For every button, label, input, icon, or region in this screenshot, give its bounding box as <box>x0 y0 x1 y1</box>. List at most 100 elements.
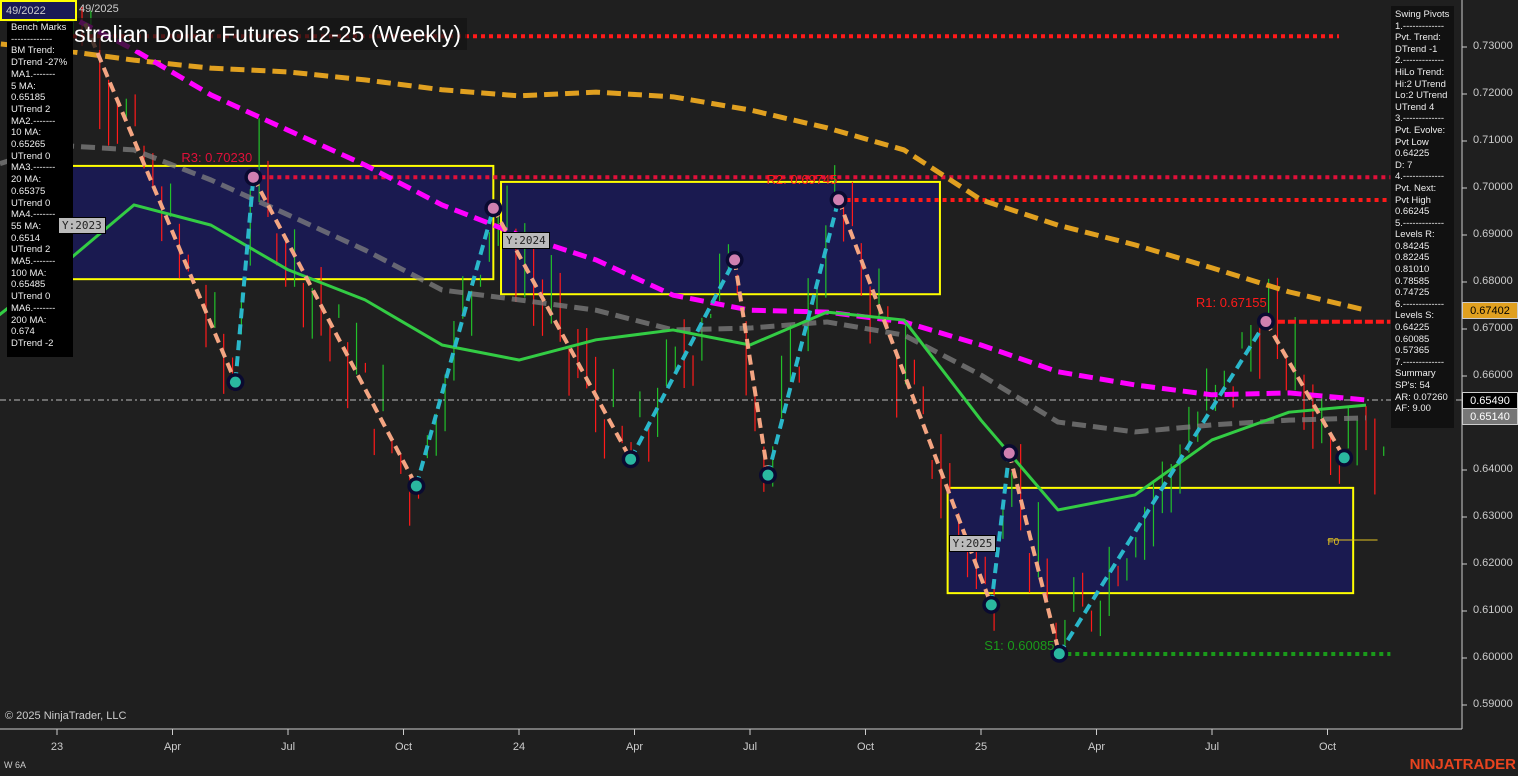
panel-line: 0.64225 <box>1395 148 1430 160</box>
panel-line: 0.78585 <box>1395 275 1430 287</box>
panel-line: 2.------------- <box>1395 55 1445 67</box>
panel-line: Levels R: <box>1395 229 1435 241</box>
panel-line: MA6.------- <box>11 302 56 314</box>
y-tick-label: 0.59000 <box>1473 698 1513 710</box>
pivot-dot-low <box>625 453 637 465</box>
chart-title: Australian Dollar Futures 12-25 (Weekly) <box>40 18 468 50</box>
bench-marks-panel: Bench Marks ------------- BM Trend: DTrend … <box>7 22 73 357</box>
panel-line: 0.674 <box>11 326 35 338</box>
panel-line: UTrend 0 <box>11 291 51 303</box>
panel-line: Bench Marks <box>11 22 67 33</box>
panel-line: 0.65485 <box>11 279 46 291</box>
x-tick-label: Apr <box>163 741 182 753</box>
swing-pivots-panel: Swing Pivots 1.------------- Pvt. Trend: DT… <box>1391 6 1454 428</box>
panel-line: 0.66245 <box>1395 206 1430 218</box>
level-label: F0 <box>1327 537 1340 549</box>
x-tick-label: Jul <box>742 741 758 753</box>
pivot-dot-high <box>1260 315 1272 327</box>
y-tick-label: 0.68000 <box>1473 275 1513 287</box>
pivot-dot-low <box>1053 648 1065 660</box>
panel-line: 20 MA: <box>11 174 42 186</box>
date-range-to: 49/2025 <box>79 3 119 15</box>
x-tick-label: Apr <box>625 741 644 753</box>
panel-line: 0.65185 <box>11 92 46 104</box>
panel-line: HiLo Trend: <box>1395 66 1445 78</box>
panel-line: 0.84245 <box>1395 240 1430 252</box>
panel-line: 0.82245 <box>1395 252 1430 264</box>
pivot-dot-high <box>833 194 845 206</box>
pivot-dot-low <box>410 480 422 492</box>
year-box <box>946 486 1355 595</box>
y-tick-label: 0.60000 <box>1473 651 1513 663</box>
panel-line: AR: 0.07260 <box>1395 391 1448 403</box>
x-tick-label: Oct <box>394 741 413 753</box>
year-box-label: Y:2025 <box>948 535 997 553</box>
price-chart[interactable] <box>0 0 1518 776</box>
x-tick-label: 23 <box>50 741 64 753</box>
level-label: S1: 0.60085 <box>984 638 1055 653</box>
x-tick-label: Jul <box>280 741 296 753</box>
y-tick-label: 0.67000 <box>1473 322 1513 334</box>
y-tick-label: 0.72000 <box>1473 87 1513 99</box>
panel-line: 100 MA: <box>11 267 47 279</box>
panel-line: ------------- <box>11 33 53 45</box>
y-tick-label: 0.61000 <box>1473 604 1513 616</box>
x-tick-label: 24 <box>512 741 526 753</box>
price-tag: 0.65140 <box>1462 408 1518 426</box>
y-tick-label: 0.66000 <box>1473 369 1513 381</box>
pivot-dot-low <box>985 599 997 611</box>
panel-line: MA5.------- <box>11 256 56 268</box>
panel-line: Pvt. Next: <box>1395 182 1437 194</box>
panel-line: DTrend -2 <box>11 337 54 349</box>
copyright: © 2025 NinjaTrader, LLC <box>5 710 127 722</box>
panel-line: Swing Pivots <box>1395 9 1450 20</box>
y-tick-label: 0.70000 <box>1473 181 1513 193</box>
panel-line: 0.74725 <box>1395 287 1430 299</box>
panel-line: MA1.------- <box>11 68 56 80</box>
y-tick-label: 0.63000 <box>1473 510 1513 522</box>
y-tick-label: 0.64000 <box>1473 463 1513 475</box>
panel-line: Pvt Low <box>1395 136 1429 148</box>
panel-line: DTrend -27% <box>11 57 68 69</box>
panel-line: 0.65375 <box>11 185 46 197</box>
pivot-dot-low <box>229 376 241 388</box>
y-tick-label: 0.71000 <box>1473 134 1513 146</box>
x-tick-label: Oct <box>856 741 875 753</box>
panel-line: MA2.------- <box>11 115 56 127</box>
panel-line: Hi:2 UTrend <box>1395 78 1446 90</box>
panel-line: SP's: 54 <box>1395 380 1431 391</box>
x-tick-label: Oct <box>1318 741 1337 753</box>
panel-line: Pvt. Evolve: <box>1395 124 1446 136</box>
panel-line: 0.65265 <box>11 139 46 151</box>
panel-line: 10 MA: <box>11 127 42 139</box>
x-tick-label: 25 <box>974 741 988 753</box>
pivot-dot-high <box>729 254 741 266</box>
panel-line: 0.81010 <box>1395 264 1430 276</box>
y-tick-label: 0.73000 <box>1473 40 1513 52</box>
panel-line: UTrend 0 <box>11 150 51 162</box>
date-range-from[interactable]: 49/2022 <box>0 0 77 21</box>
panel-line: 6.------------- <box>1395 298 1445 310</box>
panel-line: AF: 9.00 <box>1395 403 1431 415</box>
price-tag: 0.67402 <box>1462 302 1518 320</box>
x-tick-label: Apr <box>1087 741 1106 753</box>
panel-line: 1.------------- <box>1395 20 1445 32</box>
pivot-dot-low <box>1338 452 1350 464</box>
instrument-label: W 6A <box>4 760 27 770</box>
year-box-label: Y:2023 <box>58 216 106 234</box>
level-label: R1: 0.67155 <box>1195 294 1267 310</box>
panel-line: 0.6514 <box>11 232 41 244</box>
panel-line: Lo:2 UTrend <box>1395 90 1448 102</box>
panel-line: 7.------------- <box>1395 356 1445 368</box>
panel-line: Pvt. Trend: <box>1395 32 1441 44</box>
level-label: R3: 0.70230 <box>181 150 253 166</box>
level-label: R2: 0.69745 <box>766 171 838 187</box>
swing-line <box>1264 320 1346 459</box>
ninjatrader-logo: NINJATRADER <box>1409 756 1516 773</box>
panel-line: MA3.------- <box>11 162 56 174</box>
pivot-dot-high <box>247 171 259 183</box>
panel-line: Levels S: <box>1395 310 1435 322</box>
panel-line: UTrend 0 <box>11 197 51 209</box>
year-box-label: Y:2024 <box>502 232 550 250</box>
pivot-dot-low <box>762 469 774 481</box>
